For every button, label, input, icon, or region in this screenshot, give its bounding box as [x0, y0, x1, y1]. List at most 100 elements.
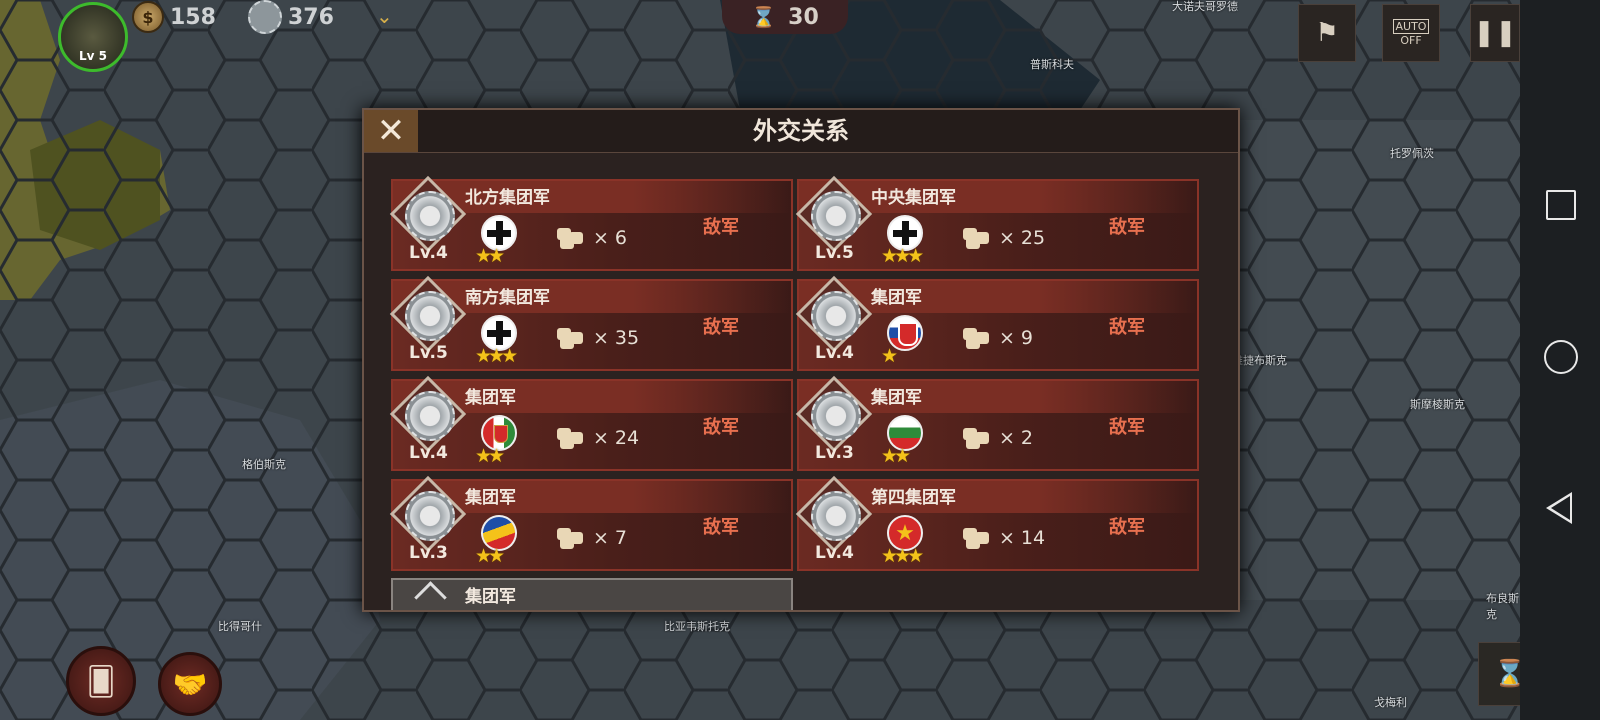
faction-card-partial[interactable]: 集团军 [391, 578, 793, 610]
troops-icon [557, 428, 587, 449]
troops-icon [557, 328, 587, 349]
troop-count: × 2 [963, 427, 1033, 449]
dialog-header: 外交关系 ✕ [364, 110, 1238, 153]
troops-icon [557, 528, 587, 549]
diplomacy-button[interactable]: 🤝 [158, 652, 222, 716]
troop-value: 9 [1020, 327, 1034, 349]
faction-name: 集团军 [871, 388, 922, 408]
army-emblem-icon [405, 491, 455, 541]
commander-level-badge[interactable]: Lv 5 [58, 2, 128, 72]
faction-name: 集团军 [465, 388, 516, 408]
troops-icon [963, 228, 993, 249]
faction-card[interactable]: 集团军 Lv.3 ★★ × 7 敌军 [389, 475, 793, 571]
faction-stars: ★★★ [475, 345, 518, 367]
diplomacy-dialog: 外交关系 ✕ 北方集团军 Lv.4 ★★ × 6 敌军 中央集团军 Lv.5 ★… [362, 108, 1240, 612]
faction-level: Lv.5 [409, 343, 448, 363]
faction-name: 集团军 [465, 587, 516, 607]
home-icon[interactable] [1544, 340, 1578, 374]
faction-name: 南方集团军 [465, 288, 550, 308]
troop-count: × 35 [557, 327, 639, 349]
city-label: 格伯斯克 [242, 458, 286, 471]
city-label: 维捷布斯克 [1232, 354, 1287, 367]
handshake-icon: 🤝 [172, 667, 208, 701]
faction-name: 集团军 [871, 288, 922, 308]
flags-icon: ⚑ [1315, 18, 1339, 48]
turn-value: 30 [788, 4, 819, 30]
troop-count: × 24 [557, 427, 639, 449]
faction-level: Lv.5 [815, 243, 854, 263]
cards-icon: 🂠 [86, 664, 116, 698]
faction-card[interactable]: 中央集团军 Lv.5 ★★★ × 25 敌军 [795, 175, 1199, 271]
hourglass-icon: ⌛ [751, 5, 777, 29]
army-emblem-icon [405, 291, 455, 341]
chevron-down-icon[interactable]: ⌄ [376, 4, 393, 28]
faction-name: 集团军 [465, 488, 516, 508]
faction-level: Lv.4 [409, 243, 448, 263]
diplomacy-flags-button[interactable]: ⚑ [1298, 4, 1356, 62]
close-icon: ✕ [376, 111, 406, 151]
troop-count: × 9 [963, 327, 1033, 349]
faction-stars: ★★★ [881, 245, 924, 267]
city-label: 普斯科夫 [1030, 58, 1074, 71]
faction-stars: ★★ [475, 245, 505, 267]
faction-card[interactable]: 北方集团军 Lv.4 ★★ × 6 敌军 [389, 175, 793, 271]
faction-stars: ★★ [881, 445, 911, 467]
pause-button[interactable]: ❚❚ [1470, 4, 1520, 62]
relation-status: 敌军 [1109, 417, 1145, 438]
faction-level: Lv.4 [815, 343, 854, 363]
city-label: 比得哥什 [218, 620, 262, 633]
faction-stars: ★★ [475, 445, 505, 467]
troop-value: 14 [1020, 527, 1046, 549]
faction-level: Lv.4 [815, 543, 854, 563]
troop-value: 7 [614, 527, 628, 549]
army-emblem-icon [405, 391, 455, 441]
faction-card[interactable]: 集团军 Lv.4 ★★ × 24 敌军 [389, 375, 793, 471]
dialog-title: 外交关系 [753, 117, 849, 145]
faction-name: 第四集团军 [871, 488, 956, 508]
recents-icon[interactable] [1546, 190, 1576, 220]
troop-value: 2 [1020, 427, 1034, 449]
faction-card[interactable]: 南方集团军 Lv.5 ★★★ × 35 敌军 [389, 275, 793, 371]
army-emblem-icon [811, 291, 861, 341]
industry-value: 376 [288, 4, 334, 30]
coins-value: 158 [170, 4, 216, 30]
relation-status: 敌军 [1109, 317, 1145, 338]
system-nav-bar [1520, 0, 1600, 720]
city-label: 戈梅利 [1374, 696, 1407, 709]
faction-stars: ★ [881, 345, 898, 367]
faction-card[interactable]: 第四集团军 Lv.4 ★ ★★★ × 14 敌军 [795, 475, 1199, 571]
chevron-up-icon [414, 581, 447, 610]
faction-name: 中央集团军 [871, 188, 956, 208]
faction-stars: ★★ [475, 545, 505, 567]
relation-status: 敌军 [703, 317, 739, 338]
coin-icon: $ [132, 1, 164, 33]
troops-icon [963, 428, 993, 449]
cards-button[interactable]: 🂠 [66, 646, 136, 716]
city-label: 比亚韦斯托克 [664, 620, 730, 633]
auto-button[interactable]: AUTO OFF [1382, 4, 1440, 62]
army-emblem-icon [811, 391, 861, 441]
relation-status: 敌军 [703, 417, 739, 438]
auto-label: AUTO [1392, 19, 1430, 34]
troop-count: × 6 [557, 227, 627, 249]
troops-icon [963, 528, 993, 549]
city-label: 布良斯克 [1486, 592, 1519, 621]
faction-level: Lv.3 [409, 543, 448, 563]
pause-icon: ❚❚ [1473, 18, 1517, 48]
back-icon[interactable] [1546, 492, 1572, 524]
industry-display: 376 [248, 0, 334, 34]
troop-value: 35 [614, 327, 640, 349]
city-label: 托罗佩茨 [1390, 147, 1434, 160]
army-emblem-icon [811, 191, 861, 241]
coins-display: $ 158 [132, 0, 216, 34]
faction-card[interactable]: 集团军 Lv.3 ★★ × 2 敌军 [795, 375, 1199, 471]
faction-name: 北方集团军 [465, 188, 550, 208]
troop-value: 25 [1020, 227, 1046, 249]
army-emblem-icon [405, 191, 455, 241]
close-button[interactable]: ✕ [364, 110, 418, 152]
relation-status: 敌军 [703, 517, 739, 538]
faction-level: Lv.3 [815, 443, 854, 463]
troops-icon [963, 328, 993, 349]
faction-card[interactable]: 集团军 Lv.4 ★ × 9 敌军 [795, 275, 1199, 371]
faction-level: Lv.4 [409, 443, 448, 463]
